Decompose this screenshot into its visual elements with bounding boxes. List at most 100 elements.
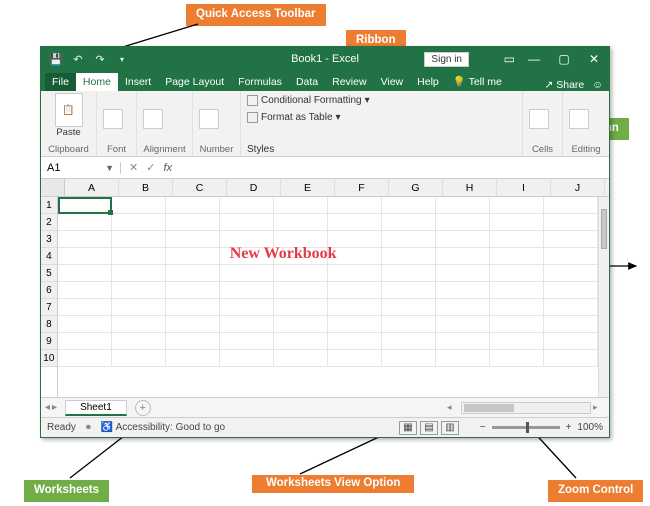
tab-help[interactable]: Help <box>410 73 446 91</box>
tab-page-layout[interactable]: Page Layout <box>158 73 231 91</box>
row-headers: 1 2 3 4 5 6 7 8 9 10 <box>41 197 58 397</box>
group-editing: Editing <box>569 144 603 155</box>
row-3[interactable]: 3 <box>41 231 57 248</box>
share-button[interactable]: ↗ Share <box>545 79 585 91</box>
editing-button[interactable] <box>569 109 589 129</box>
name-box-dropdown-icon[interactable]: ▼ <box>105 163 114 173</box>
tab-formulas[interactable]: Formulas <box>231 73 289 91</box>
col-C[interactable]: C <box>173 179 227 196</box>
excel-window: 💾 ↶ ↷ ▾ Book1 - Excel Sign in ▭ — ▢ ✕ Fi… <box>40 46 610 438</box>
tab-review[interactable]: Review <box>325 73 373 91</box>
horizontal-scrollbar[interactable]: ◂ ▸ <box>447 402 605 414</box>
col-I[interactable]: I <box>497 179 551 196</box>
save-icon[interactable]: 💾 <box>49 52 63 66</box>
col-D[interactable]: D <box>227 179 281 196</box>
enter-formula-icon[interactable]: ✓ <box>146 161 155 174</box>
view-page-break-icon[interactable]: ▥ <box>441 421 459 435</box>
redo-icon[interactable]: ↷ <box>93 52 107 66</box>
col-B[interactable]: B <box>119 179 173 196</box>
zoom-level[interactable]: 100% <box>577 422 603 433</box>
group-number: Number <box>199 144 234 155</box>
label-qat: Quick Access Toolbar <box>186 4 326 26</box>
hscroll-right-icon[interactable]: ▸ <box>593 402 605 413</box>
group-styles: Styles <box>247 144 516 155</box>
col-F[interactable]: F <box>335 179 389 196</box>
qat-dropdown-icon[interactable]: ▾ <box>115 52 129 66</box>
maximize-button[interactable]: ▢ <box>549 47 579 71</box>
row-7[interactable]: 7 <box>41 299 57 316</box>
feedback-icon[interactable]: ☺ <box>592 79 603 91</box>
paste-label: Paste <box>56 127 80 138</box>
ribbon-options-icon[interactable]: ▭ <box>504 52 515 66</box>
col-J[interactable]: J <box>551 179 605 196</box>
table-icon <box>247 112 258 123</box>
tab-file[interactable]: File <box>45 73 76 91</box>
number-button[interactable] <box>199 109 219 129</box>
vertical-scrollbar[interactable] <box>598 197 609 397</box>
cells-button[interactable] <box>529 109 549 129</box>
minimize-button[interactable]: — <box>519 47 549 71</box>
sheet-nav-prev-icon[interactable]: ◂ <box>45 402 50 413</box>
row-8[interactable]: 8 <box>41 316 57 333</box>
tab-view[interactable]: View <box>374 73 411 91</box>
zoom-out-icon[interactable]: − <box>480 422 486 433</box>
sheet-tab-bar: ◂ ▸ Sheet1 + ◂ ▸ <box>41 397 609 417</box>
view-page-layout-icon[interactable]: ▤ <box>420 421 438 435</box>
tab-home[interactable]: Home <box>76 73 118 91</box>
group-cells: Cells <box>529 144 556 155</box>
column-headers: A B C D E F G H I J <box>41 179 609 197</box>
font-button[interactable] <box>103 109 123 129</box>
format-as-table[interactable]: Format as Table ▾ <box>247 111 516 124</box>
zoom-slider[interactable] <box>492 426 560 429</box>
fx-icon[interactable]: fx <box>163 162 172 174</box>
row-1[interactable]: 1 <box>41 197 57 214</box>
row-6[interactable]: 6 <box>41 282 57 299</box>
view-normal-icon[interactable]: ▦ <box>399 421 417 435</box>
group-alignment: Alignment <box>143 144 186 155</box>
paste-button[interactable]: 📋 <box>55 93 83 127</box>
cond-fmt-icon <box>247 95 258 106</box>
quick-access-toolbar: 💾 ↶ ↷ ▾ <box>41 52 137 66</box>
conditional-formatting[interactable]: Conditional Formatting ▾ <box>247 94 516 107</box>
close-button[interactable]: ✕ <box>579 47 609 71</box>
vscroll-thumb[interactable] <box>601 209 607 249</box>
name-box-value: A1 <box>47 162 60 174</box>
tab-data[interactable]: Data <box>289 73 325 91</box>
row-10[interactable]: 10 <box>41 350 57 367</box>
alignment-button[interactable] <box>143 109 163 129</box>
ribbon-tabs: File Home Insert Page Layout Formulas Da… <box>41 71 609 91</box>
row-9[interactable]: 9 <box>41 333 57 350</box>
col-A[interactable]: A <box>65 179 119 196</box>
tellme[interactable]: 💡 Tell me <box>446 72 509 91</box>
add-sheet-button[interactable]: + <box>135 400 151 416</box>
zoom-in-icon[interactable]: + <box>566 422 572 433</box>
tab-insert[interactable]: Insert <box>118 73 158 91</box>
undo-icon[interactable]: ↶ <box>71 52 85 66</box>
macro-record-icon[interactable]: ⏺ <box>86 422 91 433</box>
name-box[interactable]: A1 ▼ <box>41 162 121 174</box>
sheet-tab-1[interactable]: Sheet1 <box>65 400 127 416</box>
label-viewopt: Worksheets View Option <box>252 475 414 493</box>
group-clipboard: Clipboard <box>47 144 90 155</box>
cell-grid[interactable]: New Workbook <box>58 197 598 397</box>
hscroll-thumb[interactable] <box>464 404 514 412</box>
status-bar: Ready ⏺ ♿ Accessibility: Good to go ▦ ▤ … <box>41 417 609 437</box>
signin-button[interactable]: Sign in <box>424 52 469 67</box>
sheet-nav-next-icon[interactable]: ▸ <box>52 402 57 413</box>
hscroll-left-icon[interactable]: ◂ <box>447 402 459 413</box>
ribbon: 📋 Paste Clipboard Font Alignment Number … <box>41 91 609 157</box>
row-5[interactable]: 5 <box>41 265 57 282</box>
cancel-formula-icon[interactable]: ✕ <box>129 161 138 174</box>
col-E[interactable]: E <box>281 179 335 196</box>
col-H[interactable]: H <box>443 179 497 196</box>
zoom-control: − + 100% <box>480 422 603 433</box>
status-accessibility: ♿ Accessibility: Good to go <box>101 422 225 433</box>
group-font: Font <box>103 144 130 155</box>
col-G[interactable]: G <box>389 179 443 196</box>
row-2[interactable]: 2 <box>41 214 57 231</box>
select-all-corner[interactable] <box>41 179 65 196</box>
row-4[interactable]: 4 <box>41 248 57 265</box>
window-title: Book1 - Excel <box>291 53 359 65</box>
status-ready: Ready <box>47 422 76 433</box>
label-worksheets: Worksheets <box>24 480 109 502</box>
